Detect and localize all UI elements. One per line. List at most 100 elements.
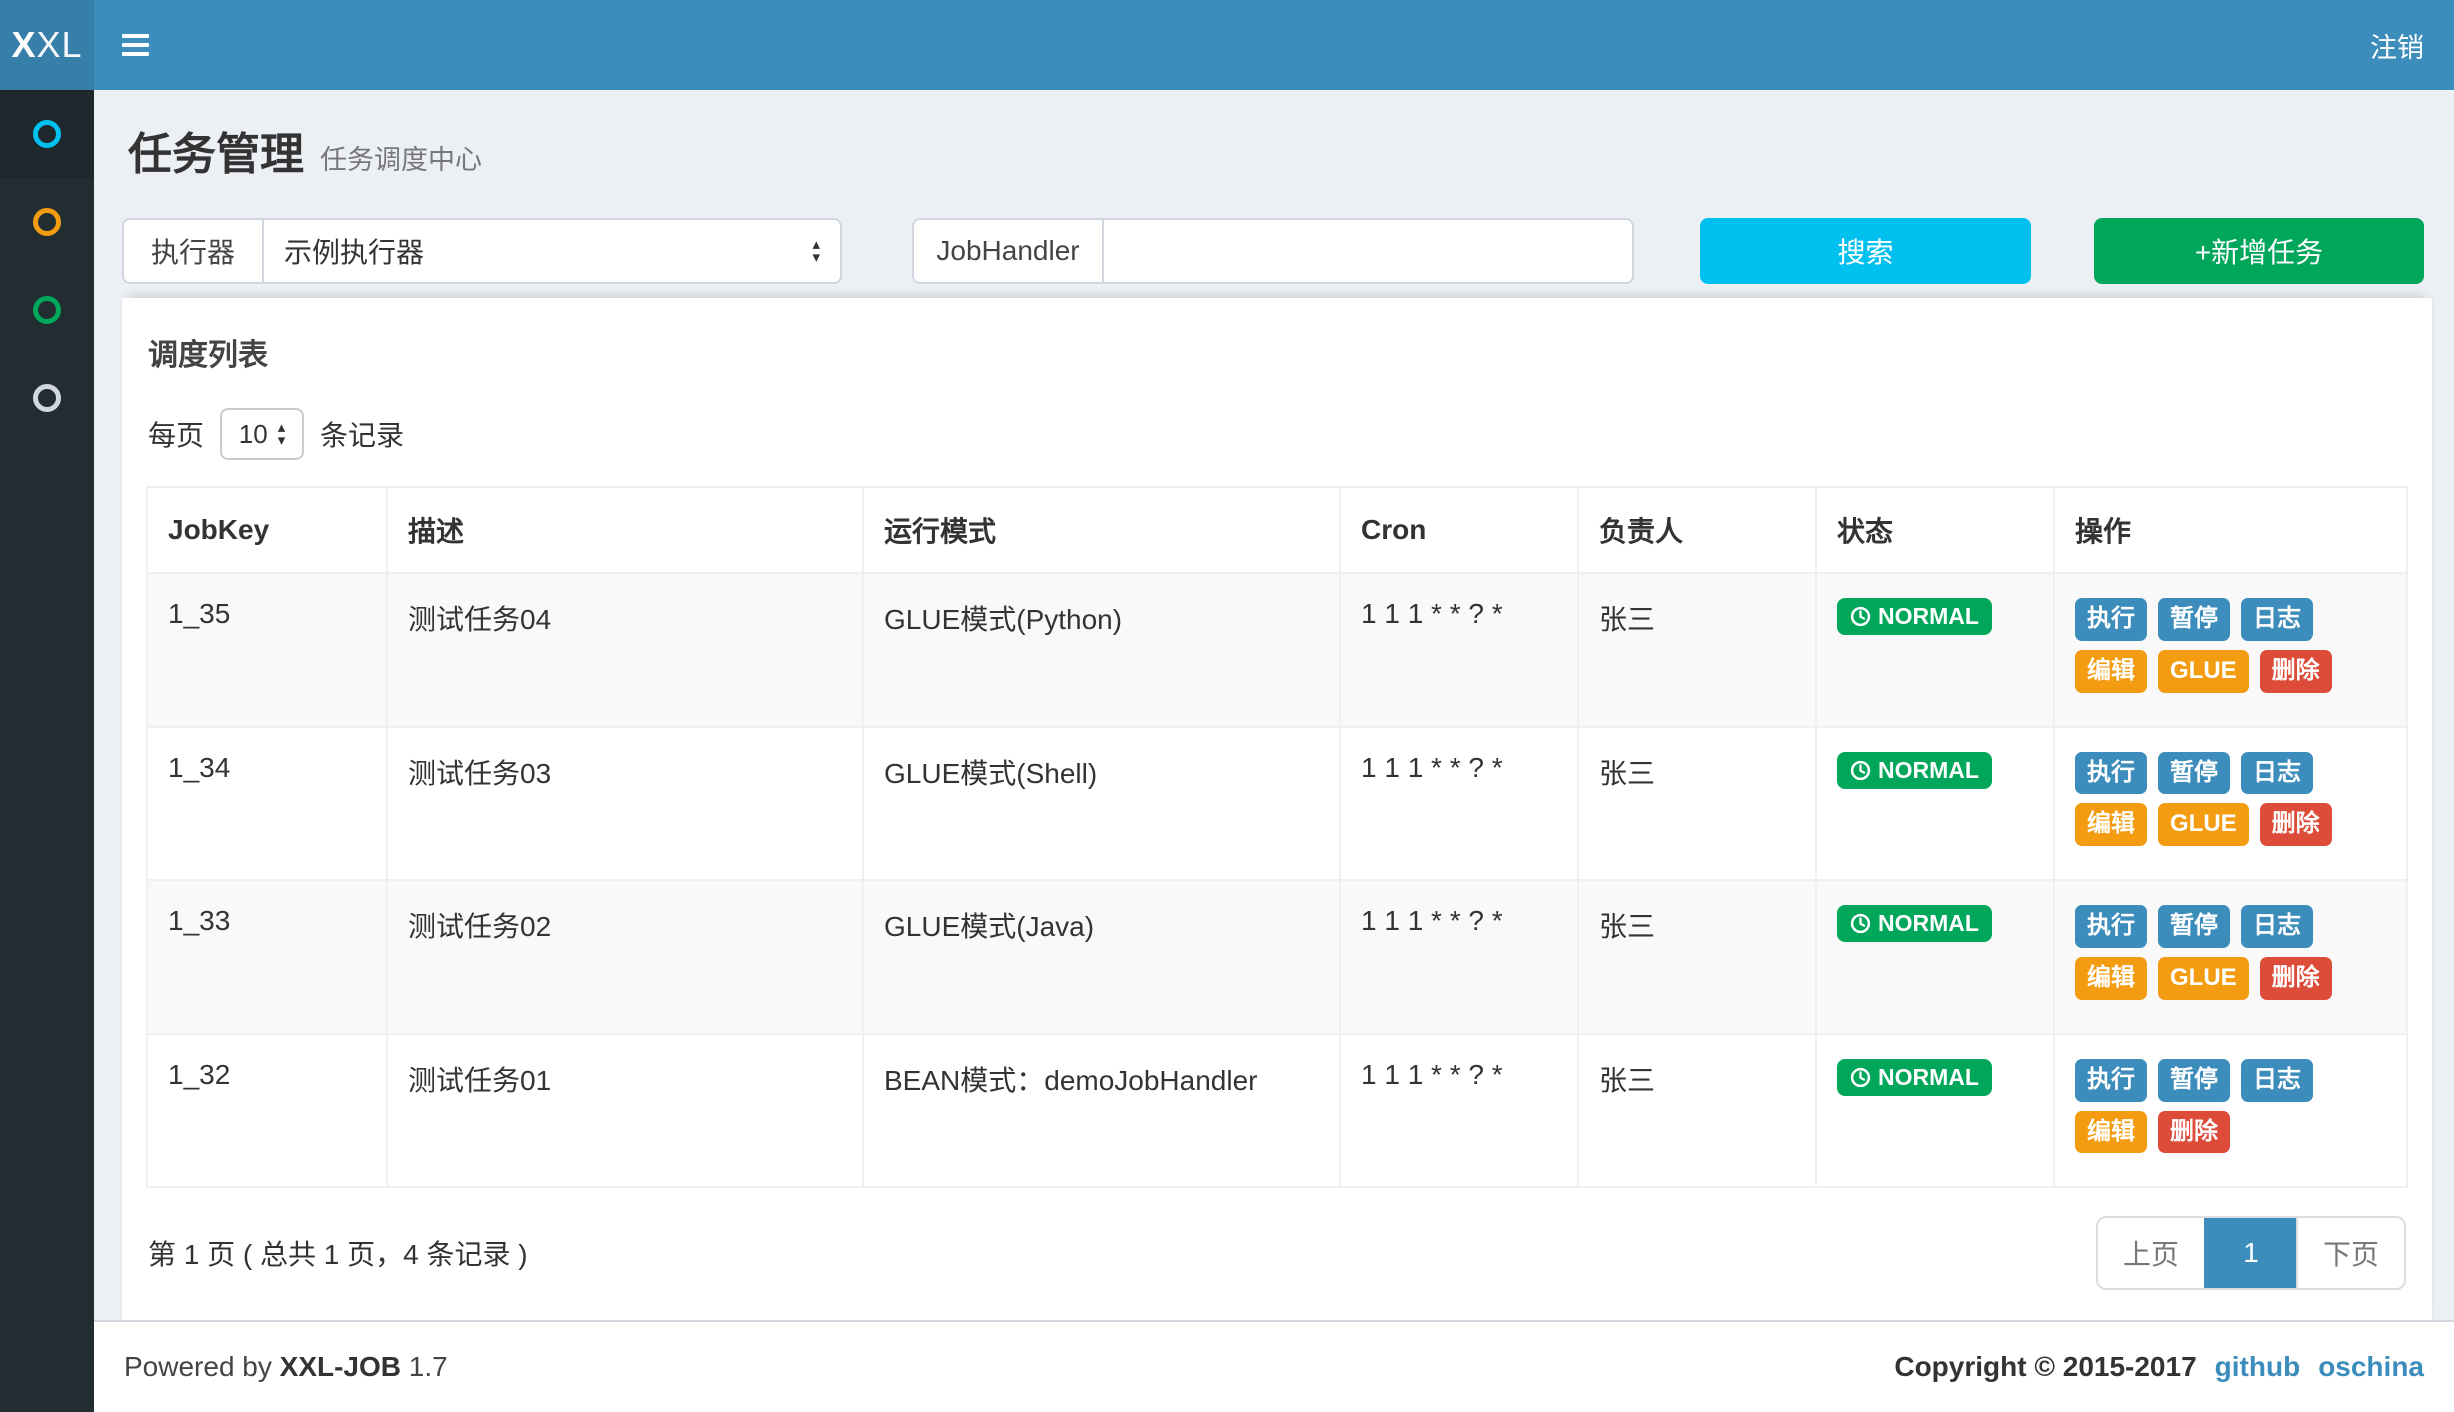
status-badge: NORMAL: [1837, 1059, 1992, 1096]
add-job-button[interactable]: +新增任务: [2094, 218, 2424, 284]
panel-title: 调度列表: [146, 322, 2408, 374]
footer: Powered by XXL-JOB 1.7 Copyright © 2015-…: [94, 1320, 2454, 1412]
delete-button[interactable]: 删除: [2158, 1111, 2230, 1154]
glue-button[interactable]: GLUE: [2158, 650, 2249, 693]
col-owner: 负责人: [1578, 487, 1816, 573]
top-navbar: XXL 注销: [0, 0, 2454, 90]
circle-o-icon: [33, 296, 61, 324]
cell-jobkey: 1_33: [147, 880, 387, 1034]
table-row: 1_33 测试任务02 GLUE模式(Java) 1 1 1 * * ? * 张…: [147, 880, 2407, 1034]
cell-desc: 测试任务01: [387, 1034, 863, 1188]
circle-o-icon: [33, 384, 61, 412]
page-size-suffix: 条记录: [320, 414, 404, 454]
log-button[interactable]: 日志: [2241, 905, 2313, 948]
run-button[interactable]: 执行: [2075, 752, 2147, 795]
app-logo[interactable]: XXL: [0, 0, 94, 90]
pause-button[interactable]: 暂停: [2158, 752, 2230, 795]
cell-mode: GLUE模式(Shell): [863, 727, 1340, 881]
version-text: 1.7: [409, 1351, 448, 1382]
table-header-row: JobKey 描述 运行模式 Cron 负责人 状态 操作: [147, 487, 2407, 573]
cell-actions: 执行 暂停 日志 编辑 删除: [2054, 1034, 2407, 1188]
sidebar-item-4[interactable]: [0, 354, 94, 442]
cell-mode: GLUE模式(Python): [863, 573, 1340, 727]
cell-cron: 1 1 1 * * ? *: [1340, 573, 1578, 727]
edit-button[interactable]: 编辑: [2075, 650, 2147, 693]
status-text: NORMAL: [1878, 1066, 1979, 1089]
col-jobkey: JobKey: [147, 487, 387, 573]
cell-desc: 测试任务02: [387, 880, 863, 1034]
delete-button[interactable]: 删除: [2260, 957, 2332, 1000]
pagination-info: 第 1 页 ( 总共 1 页，4 条记录 ): [148, 1233, 528, 1273]
cell-owner: 张三: [1578, 880, 1816, 1034]
main-content: 任务管理 任务调度中心 执行器 示例执行器 ▴▾ JobHandler 搜索 +…: [94, 90, 2454, 1328]
col-mode: 运行模式: [863, 487, 1340, 573]
status-badge: NORMAL: [1837, 598, 1992, 635]
search-button[interactable]: 搜索: [1700, 218, 2031, 284]
page-size-value: 10: [239, 419, 268, 450]
jobhandler-label: JobHandler: [912, 218, 1102, 284]
status-text: NORMAL: [1878, 759, 1979, 782]
col-status: 状态: [1816, 487, 2054, 573]
github-link[interactable]: github: [2215, 1351, 2301, 1383]
select-arrows-icon: ▴▾: [812, 238, 820, 264]
run-button[interactable]: 执行: [2075, 905, 2147, 948]
glue-button[interactable]: GLUE: [2158, 803, 2249, 846]
next-page-button[interactable]: 下页: [2296, 1218, 2404, 1288]
cell-actions: 执行 暂停 日志 编辑 GLUE 删除: [2054, 880, 2407, 1034]
delete-button[interactable]: 删除: [2260, 803, 2332, 846]
page-size-select[interactable]: 10 ▴▾: [220, 408, 304, 460]
page-title: 任务管理: [128, 118, 304, 182]
log-button[interactable]: 日志: [2241, 1059, 2313, 1102]
cell-desc: 测试任务03: [387, 727, 863, 881]
cell-actions: 执行 暂停 日志 编辑 GLUE 删除: [2054, 573, 2407, 727]
edit-button[interactable]: 编辑: [2075, 803, 2147, 846]
pause-button[interactable]: 暂停: [2158, 598, 2230, 641]
pause-button[interactable]: 暂停: [2158, 1059, 2230, 1102]
brand-text: XXL-JOB: [280, 1351, 401, 1382]
jobhandler-input[interactable]: [1102, 218, 1634, 284]
page-subtitle: 任务调度中心: [320, 138, 482, 177]
oschina-link[interactable]: oschina: [2318, 1351, 2424, 1383]
cell-desc: 测试任务04: [387, 573, 863, 727]
status-badge: NORMAL: [1837, 905, 1992, 942]
page-size-control: 每页 10 ▴▾ 条记录: [148, 408, 2408, 460]
current-page-button[interactable]: 1: [2204, 1218, 2296, 1288]
edit-button[interactable]: 编辑: [2075, 957, 2147, 1000]
powered-by-text: Powered by: [124, 1351, 272, 1382]
prev-page-button[interactable]: 上页: [2098, 1218, 2204, 1288]
run-button[interactable]: 执行: [2075, 598, 2147, 641]
clock-icon: [1850, 913, 1871, 934]
sidebar-item-1[interactable]: [0, 90, 94, 178]
status-badge: NORMAL: [1837, 752, 1992, 789]
delete-button[interactable]: 删除: [2260, 650, 2332, 693]
logout-link[interactable]: 注销: [2340, 0, 2454, 90]
col-cron: Cron: [1340, 487, 1578, 573]
cell-owner: 张三: [1578, 727, 1816, 881]
col-desc: 描述: [387, 487, 863, 573]
filter-toolbar: 执行器 示例执行器 ▴▾ JobHandler 搜索 +新增任务: [122, 218, 2432, 284]
pause-button[interactable]: 暂停: [2158, 905, 2230, 948]
sidebar-toggle-icon[interactable]: [94, 0, 177, 90]
job-table: JobKey 描述 运行模式 Cron 负责人 状态 操作 1_35 测试任务0…: [146, 486, 2408, 1188]
glue-button[interactable]: GLUE: [2158, 957, 2249, 1000]
page-header: 任务管理 任务调度中心: [122, 90, 2432, 188]
clock-icon: [1850, 606, 1871, 627]
run-button[interactable]: 执行: [2075, 1059, 2147, 1102]
cell-jobkey: 1_34: [147, 727, 387, 881]
cell-cron: 1 1 1 * * ? *: [1340, 880, 1578, 1034]
cell-jobkey: 1_32: [147, 1034, 387, 1188]
cell-status: NORMAL: [1816, 573, 2054, 727]
executor-select[interactable]: 示例执行器 ▴▾: [262, 218, 842, 284]
sidebar-item-2[interactable]: [0, 178, 94, 266]
log-button[interactable]: 日志: [2241, 598, 2313, 641]
logo-light: XL: [36, 24, 82, 66]
cell-cron: 1 1 1 * * ? *: [1340, 1034, 1578, 1188]
status-text: NORMAL: [1878, 605, 1979, 628]
edit-button[interactable]: 编辑: [2075, 1111, 2147, 1154]
cell-actions: 执行 暂停 日志 编辑 GLUE 删除: [2054, 727, 2407, 881]
sidebar-item-3[interactable]: [0, 266, 94, 354]
footer-powered-by: Powered by XXL-JOB 1.7: [124, 1351, 448, 1383]
cell-status: NORMAL: [1816, 727, 2054, 881]
log-button[interactable]: 日志: [2241, 752, 2313, 795]
sidebar: [0, 90, 94, 1412]
